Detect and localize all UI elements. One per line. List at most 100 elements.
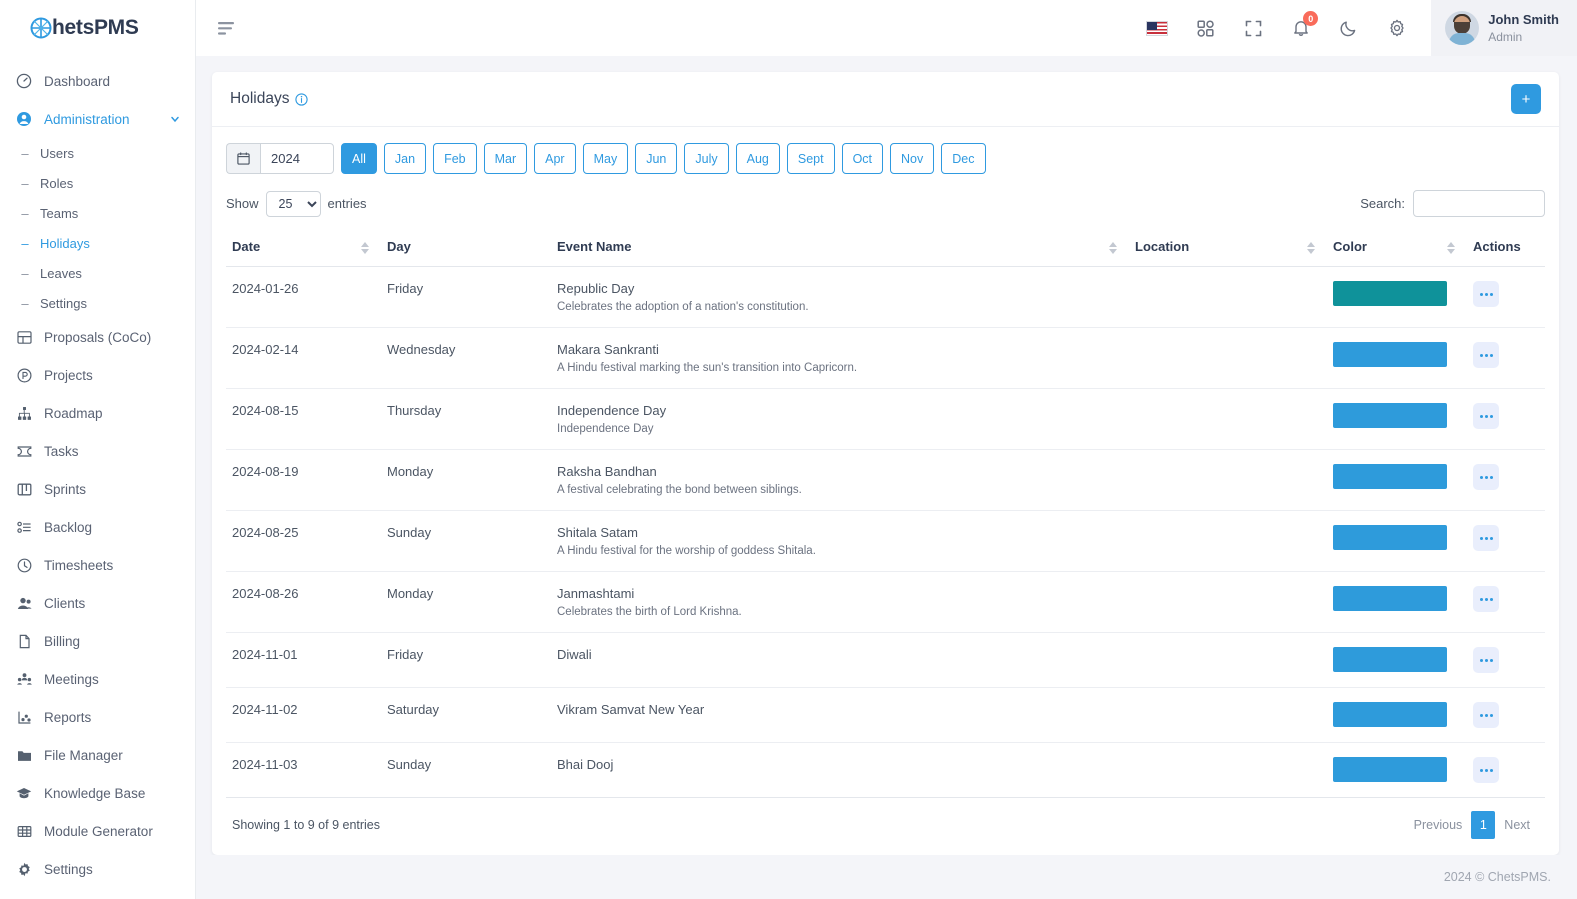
month-filter-may[interactable]: May bbox=[582, 143, 629, 174]
kanban-icon bbox=[14, 479, 34, 499]
cell-event: Republic Day Celebrates the adoption of a… bbox=[551, 266, 1129, 328]
sidebar-item-settings[interactable]: Settings bbox=[0, 850, 195, 888]
column-location[interactable]: Location bbox=[1129, 231, 1327, 267]
cell-date: 2024-08-26 bbox=[226, 571, 381, 633]
column-day[interactable]: Day bbox=[381, 231, 551, 267]
cell-location bbox=[1129, 388, 1327, 450]
row-actions-button[interactable] bbox=[1473, 757, 1499, 783]
sidebar-item-proposals[interactable]: Proposals (CoCo) bbox=[0, 318, 195, 356]
row-actions-button[interactable] bbox=[1473, 702, 1499, 728]
notifications-button[interactable]: 0 bbox=[1282, 9, 1320, 47]
grid-apps-icon[interactable] bbox=[1186, 9, 1224, 47]
sidebar-item-tasks[interactable]: Tasks bbox=[0, 432, 195, 470]
chevron-down-icon[interactable] bbox=[169, 113, 181, 125]
row-actions-button[interactable] bbox=[1473, 586, 1499, 612]
sidebar-item-label: File Manager bbox=[44, 747, 123, 763]
month-filter-oct[interactable]: Oct bbox=[841, 143, 884, 174]
search-input[interactable] bbox=[1413, 190, 1545, 217]
gear-icon bbox=[14, 859, 34, 879]
sidebar-item-billing[interactable]: Billing bbox=[0, 622, 195, 660]
event-name: Shitala Satam bbox=[557, 525, 638, 540]
user-profile-menu[interactable]: John Smith Admin bbox=[1431, 0, 1577, 56]
list-check-icon bbox=[14, 517, 34, 537]
sidebar-item-roadmap[interactable]: Roadmap bbox=[0, 394, 195, 432]
month-filter-all[interactable]: All bbox=[341, 143, 377, 174]
sidebar-item-projects[interactable]: Projects bbox=[0, 356, 195, 394]
expand-icon[interactable] bbox=[1234, 9, 1272, 47]
sidebar-item-backlog[interactable]: Backlog bbox=[0, 508, 195, 546]
info-circle-icon[interactable] bbox=[295, 92, 309, 106]
sidebar-item-timesheets[interactable]: Timesheets bbox=[0, 546, 195, 584]
sidebar-item-clients[interactable]: Clients bbox=[0, 584, 195, 622]
topbar-actions: 0 John Smith Admin bbox=[1133, 0, 1577, 56]
sidebar-item-label: Sprints bbox=[44, 481, 87, 497]
dash-icon: – bbox=[21, 175, 29, 191]
sidebar-item-sprints[interactable]: Sprints bbox=[0, 470, 195, 508]
sidebar-item-dashboard[interactable]: Dashboard bbox=[0, 62, 195, 100]
search-control: Search: bbox=[1360, 190, 1545, 217]
cell-event: Bhai Dooj bbox=[551, 742, 1129, 798]
month-filter-jun[interactable]: Jun bbox=[635, 143, 678, 174]
month-filter-sept[interactable]: Sept bbox=[786, 143, 835, 174]
column-label: Color bbox=[1333, 239, 1367, 254]
column-date[interactable]: Date bbox=[226, 231, 381, 267]
calendar-icon[interactable] bbox=[226, 143, 260, 174]
pagination-next[interactable]: Next bbox=[1495, 811, 1539, 839]
row-actions-button[interactable] bbox=[1473, 647, 1499, 673]
sidebar-item-administration[interactable]: Administration bbox=[0, 100, 195, 138]
row-actions-button[interactable] bbox=[1473, 281, 1499, 307]
event-name: Bhai Dooj bbox=[557, 757, 614, 772]
pagination-page-1[interactable]: 1 bbox=[1471, 811, 1496, 839]
sidebar-item-users[interactable]: – Users bbox=[0, 138, 195, 168]
month-filter-nov[interactable]: Nov bbox=[890, 143, 935, 174]
entries-info: Showing 1 to 9 of 9 entries bbox=[232, 818, 381, 832]
event-description: Celebrates the birth of Lord Krishna. bbox=[557, 606, 742, 618]
sidebar-item-roles[interactable]: – Roles bbox=[0, 168, 195, 198]
sidebar-item-teams[interactable]: – Teams bbox=[0, 198, 195, 228]
row-actions-button[interactable] bbox=[1473, 464, 1499, 490]
sort-toggle-color[interactable] bbox=[1447, 241, 1455, 254]
row-actions-button[interactable] bbox=[1473, 403, 1499, 429]
sidebar-item-module-generator[interactable]: Module Generator bbox=[0, 812, 195, 850]
sidebar-item-reports[interactable]: Reports bbox=[0, 698, 195, 736]
sort-toggle-event[interactable] bbox=[1109, 241, 1117, 254]
ticket-icon bbox=[14, 441, 34, 461]
year-input[interactable] bbox=[260, 143, 334, 174]
month-filter-aug[interactable]: Aug bbox=[735, 143, 780, 174]
column-event-name[interactable]: Event Name bbox=[551, 231, 1129, 267]
page-length-select[interactable]: 102550100 bbox=[265, 190, 321, 217]
row-actions-button[interactable] bbox=[1473, 342, 1499, 368]
sidebar-item-admin-settings[interactable]: – Settings bbox=[0, 288, 195, 318]
sidebar-item-file-manager[interactable]: File Manager bbox=[0, 736, 195, 774]
settings-gear-icon[interactable] bbox=[1378, 9, 1416, 47]
cell-location bbox=[1129, 327, 1327, 389]
column-color[interactable]: Color bbox=[1327, 231, 1467, 267]
sidebar-item-meetings[interactable]: Meetings bbox=[0, 660, 195, 698]
month-filter-dec[interactable]: Dec bbox=[941, 143, 986, 174]
row-actions-button[interactable] bbox=[1473, 525, 1499, 551]
sidebar-item-knowledge-base[interactable]: Knowledge Base bbox=[0, 774, 195, 812]
pagination-previous[interactable]: Previous bbox=[1405, 811, 1472, 839]
color-swatch bbox=[1333, 702, 1447, 727]
sidebar-item-holidays[interactable]: – Holidays bbox=[0, 228, 195, 258]
brand-logo-area[interactable]: hetsPMS bbox=[0, 0, 195, 56]
sidebar-item-label: Timesheets bbox=[44, 557, 114, 573]
language-selector[interactable] bbox=[1138, 9, 1176, 47]
align-left-icon[interactable] bbox=[212, 13, 242, 43]
month-filter-apr[interactable]: Apr bbox=[534, 143, 576, 174]
topbar: 0 John Smith Admin bbox=[196, 0, 1577, 56]
moon-icon[interactable] bbox=[1330, 9, 1368, 47]
year-picker[interactable] bbox=[226, 143, 334, 174]
sort-toggle-date[interactable] bbox=[361, 241, 369, 254]
cell-date: 2024-08-25 bbox=[226, 510, 381, 572]
sidebar-item-leaves[interactable]: – Leaves bbox=[0, 258, 195, 288]
add-holiday-button[interactable]: + bbox=[1511, 84, 1541, 114]
month-filter-mar[interactable]: Mar bbox=[483, 143, 528, 174]
month-filter-jan[interactable]: Jan bbox=[383, 143, 427, 174]
dash-icon: – bbox=[21, 295, 29, 311]
sort-toggle-location[interactable] bbox=[1307, 241, 1315, 254]
year-month-filter: All Jan Feb Mar Apr May Jun July Aug Sep… bbox=[226, 141, 1545, 186]
month-filter-july[interactable]: July bbox=[684, 143, 729, 174]
month-filter-feb[interactable]: Feb bbox=[433, 143, 477, 174]
pagination: Previous 1 Next bbox=[1405, 811, 1539, 839]
